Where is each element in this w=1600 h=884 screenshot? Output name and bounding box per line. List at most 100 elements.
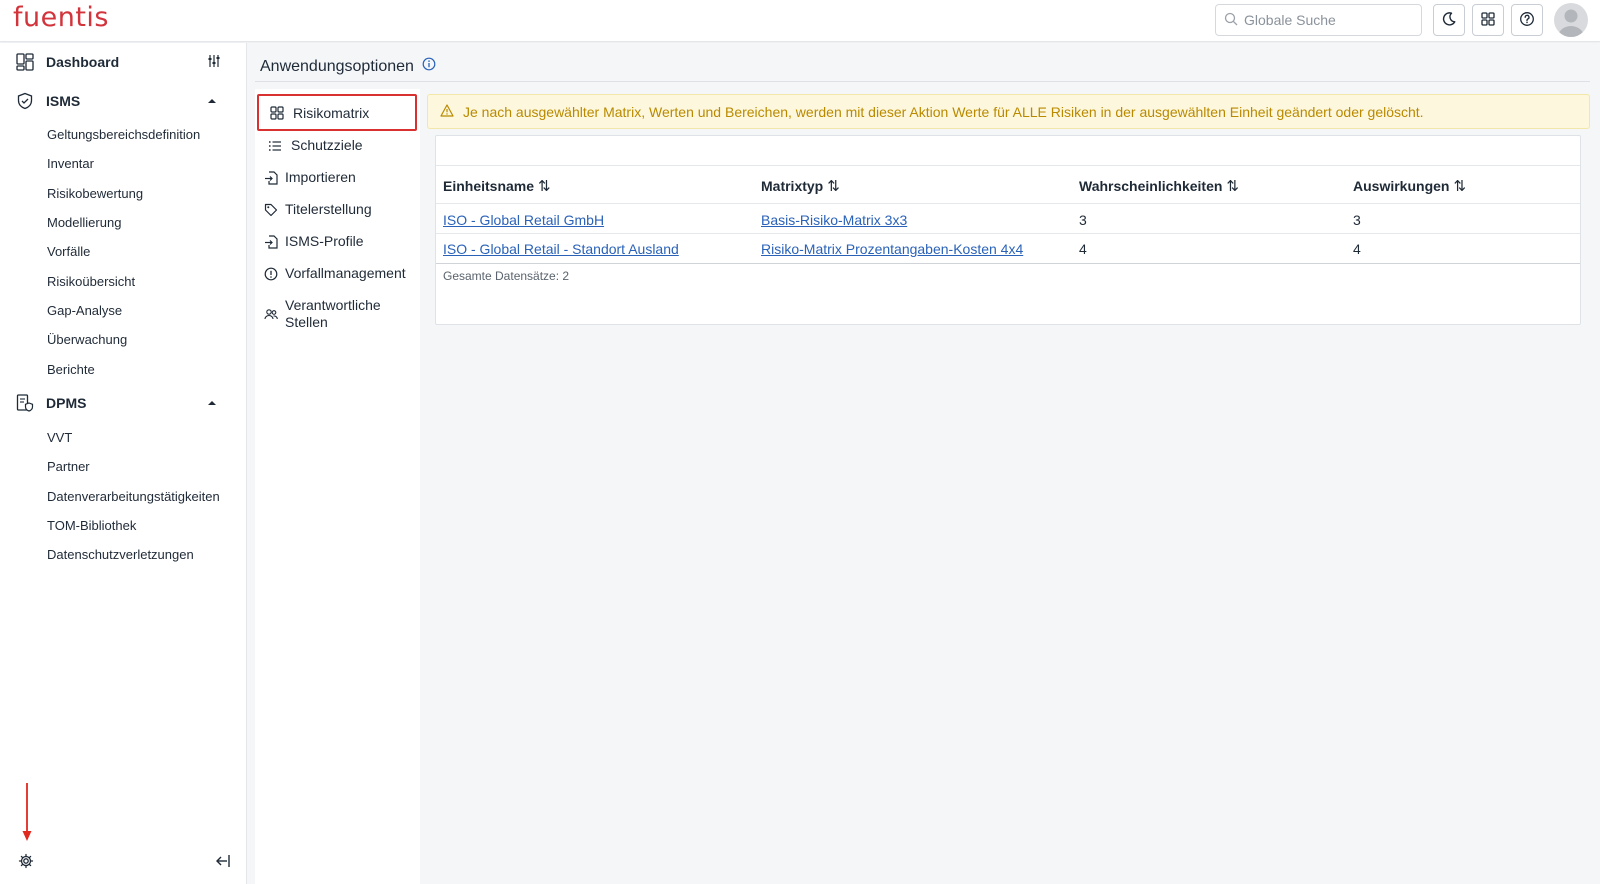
options-submenu: Risikomatrix Schutzziele Importieren Tit… [255, 89, 420, 884]
global-search[interactable] [1215, 4, 1422, 36]
auswirkungen-cell: 3 [1353, 212, 1361, 228]
fuentis-logo[interactable]: fuentis [13, 2, 109, 33]
table-row[interactable]: ISO - Global Retail - Standort Ausland R… [436, 234, 1580, 263]
tab-titelerstellung[interactable]: Titelerstellung [257, 201, 417, 217]
column-header-auswirkungen[interactable]: Auswirkungen ⇅ [1353, 177, 1466, 195]
sidebar-section-label: DPMS [46, 395, 87, 411]
grid-icon [269, 105, 285, 120]
sidebar-item-label: Dashboard [46, 54, 120, 70]
help-icon [1519, 11, 1535, 30]
column-header-label: Auswirkungen [1353, 178, 1450, 194]
sort-icon[interactable]: ⇅ [827, 177, 840, 195]
record-count: Gesamte Datensätze: 2 [443, 269, 570, 283]
sidebar-item-modellierung[interactable]: Modellierung [47, 215, 121, 230]
sidebar: Dashboard ISMS Geltungsbereichsdefinitio… [0, 43, 247, 884]
chevron-up-icon[interactable] [207, 94, 217, 109]
tab-label-line: Verantwortliche [285, 297, 381, 313]
sidebar-item-datenverarbeitungstaetigkeiten[interactable]: Datenverarbeitungstätigkeiten [47, 489, 220, 504]
sidebar-item-vorfaelle[interactable]: Vorfälle [47, 244, 90, 259]
tab-label: Importieren [285, 169, 356, 185]
tab-label: Schutzziele [291, 137, 363, 153]
chevron-up-icon[interactable] [207, 396, 217, 411]
table-toolbar [436, 136, 1580, 166]
sliders-icon[interactable] [207, 54, 221, 71]
sidebar-item-tom-bibliothek[interactable]: TOM-Bibliothek [47, 518, 136, 533]
tag-icon [263, 203, 279, 217]
divider [255, 81, 1590, 82]
dark-mode-button[interactable] [1433, 4, 1465, 36]
auswirkungen-cell: 4 [1353, 241, 1361, 257]
alert-circle-icon [263, 267, 279, 281]
page-title-text: Anwendungsoptionen [260, 57, 414, 75]
sidebar-item-risikouebersicht[interactable]: Risikoübersicht [47, 274, 135, 289]
column-header-einheitsname[interactable]: Einheitsname ⇅ [443, 177, 551, 195]
users-icon [263, 307, 279, 321]
tab-verantwortliche-stellen[interactable]: Verantwortliche Stellen [257, 297, 417, 331]
sidebar-section-dpms[interactable]: DPMS [0, 385, 247, 421]
avatar[interactable] [1554, 3, 1588, 37]
grid-icon [1480, 11, 1496, 30]
sidebar-item-gap-analyse[interactable]: Gap-Analyse [47, 303, 122, 318]
sidebar-item-inventar[interactable]: Inventar [47, 156, 94, 171]
sidebar-section-label: ISMS [46, 93, 81, 109]
tab-label: Verantwortliche Stellen [285, 297, 381, 331]
dashboard-icon [16, 53, 34, 74]
sort-icon[interactable]: ⇅ [1226, 177, 1239, 195]
main-content: Anwendungsoptionen Risikomatrix Schutzzi… [247, 43, 1600, 884]
sidebar-item-risikobewertung[interactable]: Risikobewertung [47, 186, 143, 201]
table-footer: Gesamte Datensätze: 2 [436, 263, 1580, 287]
page-title: Anwendungsoptionen [260, 57, 436, 76]
einheit-link[interactable]: ISO - Global Retail - Standort Ausland [443, 241, 679, 257]
list-icon [267, 139, 283, 153]
sort-icon[interactable]: ⇅ [538, 177, 551, 195]
sidebar-item-geltungsbereichsdefinition[interactable]: Geltungsbereichsdefinition [47, 127, 200, 142]
top-bar: fuentis [0, 0, 1600, 42]
annotation-arrow-icon [22, 783, 32, 846]
sort-icon[interactable]: ⇅ [1453, 177, 1466, 195]
settings-gear-icon[interactable] [18, 853, 34, 872]
column-header-label: Wahrscheinlichkeiten [1079, 178, 1223, 194]
column-header-wahrscheinlichkeiten[interactable]: Wahrscheinlichkeiten ⇅ [1079, 177, 1239, 195]
import-icon [263, 235, 279, 249]
risk-matrix-table: Einheitsname ⇅ Matrixtyp ⇅ Wahrscheinlic… [435, 135, 1581, 325]
sidebar-item-ueberwachung[interactable]: Überwachung [47, 332, 127, 347]
sidebar-item-datenschutzverletzungen[interactable]: Datenschutzverletzungen [47, 547, 194, 562]
info-icon[interactable] [422, 57, 436, 76]
tab-label: Vorfallmanagement [285, 265, 406, 281]
sidebar-item-partner[interactable]: Partner [47, 459, 90, 474]
tab-isms-profile[interactable]: ISMS-Profile [257, 233, 417, 249]
collapse-sidebar-icon[interactable] [215, 853, 231, 872]
table-header: Einheitsname ⇅ Matrixtyp ⇅ Wahrscheinlic… [436, 166, 1580, 204]
search-input[interactable] [1244, 12, 1414, 28]
tab-vorfallmanagement[interactable]: Vorfallmanagement [257, 265, 417, 281]
warning-triangle-icon [440, 103, 454, 120]
warning-banner: Je nach ausgewählter Matrix, Werten und … [427, 94, 1590, 129]
document-shield-icon [16, 394, 34, 415]
einheit-link[interactable]: ISO - Global Retail GmbH [443, 212, 604, 228]
column-header-label: Matrixtyp [761, 178, 824, 194]
wahrscheinlichkeiten-cell: 4 [1079, 241, 1087, 257]
tab-label: Titelerstellung [285, 201, 372, 217]
tab-label-line: Stellen [285, 314, 328, 330]
tab-risikomatrix[interactable]: Risikomatrix [257, 94, 417, 131]
apps-button[interactable] [1472, 4, 1504, 36]
shield-icon [16, 92, 34, 113]
column-header-label: Einheitsname [443, 178, 535, 194]
sidebar-item-berichte[interactable]: Berichte [47, 362, 95, 377]
sidebar-section-isms[interactable]: ISMS [0, 83, 247, 119]
column-header-matrixtyp[interactable]: Matrixtyp ⇅ [761, 177, 840, 195]
sidebar-item-vvt[interactable]: VVT [47, 430, 72, 445]
warning-text: Je nach ausgewählter Matrix, Werten und … [463, 103, 1424, 120]
table-row[interactable]: ISO - Global Retail GmbH Basis-Risiko-Ma… [436, 205, 1580, 234]
matrix-link[interactable]: Risiko-Matrix Prozentangaben-Kosten 4x4 [761, 241, 1023, 257]
search-icon [1224, 12, 1238, 29]
tab-importieren[interactable]: Importieren [257, 169, 417, 185]
moon-icon [1441, 11, 1457, 30]
tab-label: ISMS-Profile [285, 233, 364, 249]
tab-label: Risikomatrix [293, 104, 370, 121]
sidebar-item-dashboard[interactable]: Dashboard [0, 44, 247, 80]
matrix-link[interactable]: Basis-Risiko-Matrix 3x3 [761, 212, 907, 228]
wahrscheinlichkeiten-cell: 3 [1079, 212, 1087, 228]
tab-schutzziele[interactable]: Schutzziele [257, 137, 417, 153]
help-button[interactable] [1511, 4, 1543, 36]
